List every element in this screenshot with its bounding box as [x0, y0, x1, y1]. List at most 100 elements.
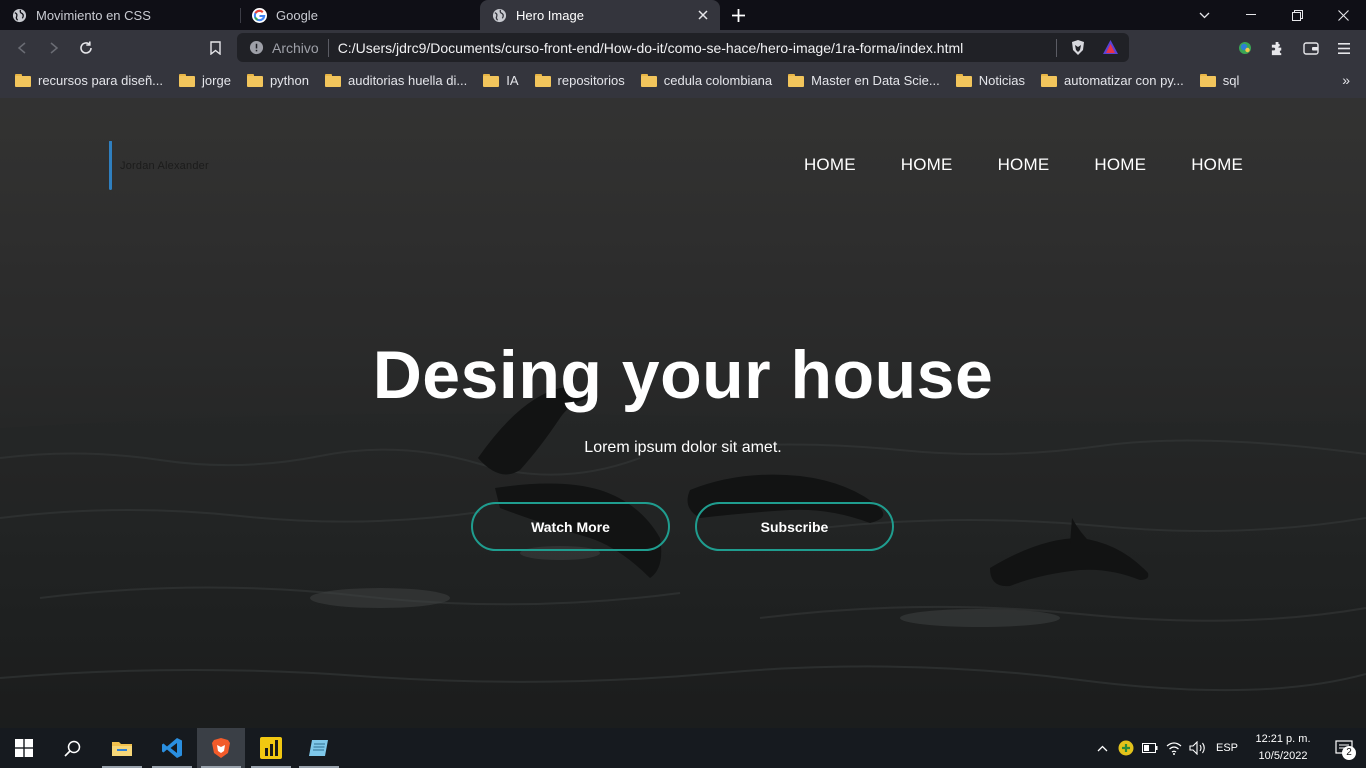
bookmarks-overflow-button[interactable]: » [1342, 66, 1350, 94]
back-arrow-icon [17, 42, 26, 54]
minimize-button[interactable] [1228, 0, 1274, 30]
scheme-label: Archivo [272, 39, 319, 56]
subscribe-button[interactable]: Subscribe [695, 502, 894, 551]
clock[interactable]: 12:21 p. m. 10/5/2022 [1244, 731, 1322, 765]
globe-icon [12, 8, 27, 23]
bookmark-folder[interactable]: IA [483, 68, 526, 92]
main-nav: HOME HOME HOME HOME HOME [759, 155, 1243, 175]
wifi-icon[interactable] [1162, 728, 1186, 768]
bookmark-page-button[interactable] [199, 33, 231, 63]
search-button[interactable] [48, 728, 96, 768]
bookmarks-bar: recursos para diseñ... jorge python audi… [0, 66, 1366, 94]
page-viewport: Jordan Alexander HOME HOME HOME HOME HOM… [0, 98, 1366, 728]
tab-title: Movimiento en CSS [36, 7, 151, 23]
tab-movimiento-css[interactable]: Movimiento en CSS [0, 0, 240, 30]
info-icon[interactable] [248, 40, 264, 56]
back-button[interactable] [6, 33, 38, 63]
taskbar-vscode[interactable] [148, 728, 196, 768]
notification-count-badge: 2 [1342, 746, 1356, 760]
extensions-icon[interactable] [1261, 30, 1294, 66]
bookmark-folder[interactable]: jorge [179, 68, 239, 92]
vscode-icon [162, 738, 182, 758]
nav-link-home[interactable]: HOME [998, 155, 1050, 175]
bookmark-folder[interactable]: recursos para diseñ... [15, 68, 171, 92]
nav-link-home[interactable]: HOME [1191, 155, 1243, 175]
chevron-up-icon [1097, 745, 1107, 751]
url-text[interactable]: C:/Users/jdrc9/Documents/curso-front-end… [338, 40, 964, 56]
brave-icon [212, 738, 230, 758]
battery-icon[interactable] [1138, 728, 1162, 768]
bookmark-folder[interactable]: Master en Data Scie... [788, 68, 948, 92]
close-window-button[interactable] [1320, 0, 1366, 30]
notifications-button[interactable]: 2 [1322, 728, 1366, 768]
system-tray: ESP 12:21 p. m. 10/5/2022 2 [1090, 728, 1366, 768]
brave-shield-icon[interactable] [1070, 39, 1086, 61]
nav-link-home[interactable]: HOME [804, 155, 856, 175]
powerbi-icon [260, 737, 282, 759]
reload-button[interactable] [70, 33, 102, 63]
nav-link-home[interactable]: HOME [901, 155, 953, 175]
bookmark-folder[interactable]: Noticias [955, 68, 1033, 92]
watch-more-button[interactable]: Watch More [471, 502, 670, 551]
bookmark-folder[interactable]: cedula colombiana [640, 68, 780, 92]
plus-badge-icon [1118, 740, 1134, 756]
taskbar-file-explorer[interactable] [98, 728, 146, 768]
language-indicator[interactable]: ESP [1210, 742, 1244, 754]
bookmark-folder[interactable]: automatizar con py... [1041, 68, 1192, 92]
folder-icon [246, 73, 263, 87]
address-bar[interactable]: Archivo C:/Users/jdrc9/Documents/curso-f… [237, 33, 1129, 62]
taskbar-powerbi[interactable] [247, 728, 295, 768]
show-hidden-icons-button[interactable] [1090, 728, 1114, 768]
folder-icon [324, 73, 341, 87]
bookmark-icon [209, 41, 221, 55]
folder-icon [788, 73, 805, 87]
folder-icon [534, 73, 551, 87]
wallet-icon[interactable] [1294, 30, 1327, 66]
window-controls [1228, 0, 1366, 30]
google-icon [252, 7, 267, 23]
folder-icon [1041, 73, 1058, 87]
close-tab-icon[interactable] [694, 6, 712, 24]
hero-subtitle: Lorem ipsum dolor sit amet. [584, 439, 782, 456]
bookmark-folder[interactable]: sql [1199, 68, 1248, 92]
bookmark-folder[interactable]: auditorias huella di... [324, 68, 475, 92]
forward-arrow-icon [50, 42, 59, 54]
tray-app-icon[interactable] [1114, 728, 1138, 768]
tab-title: Google [276, 7, 318, 23]
folder-icon [1199, 73, 1216, 87]
volume-icon[interactable] [1186, 728, 1210, 768]
folder-icon [955, 73, 972, 87]
site-logo[interactable]: Jordan Alexander [109, 141, 209, 190]
globe-icon [492, 8, 507, 23]
clock-time: 12:21 p. m. [1255, 733, 1311, 745]
new-tab-button[interactable] [724, 0, 752, 30]
wallet-extension-icon[interactable] [1228, 30, 1261, 66]
chevron-down-icon [1199, 12, 1209, 18]
hero-headline: Desing your house [372, 337, 994, 413]
main-menu-icon[interactable] [1327, 30, 1360, 66]
tab-google[interactable]: Google [240, 0, 480, 30]
browser-toolbar: Archivo C:/Users/jdrc9/Documents/curso-f… [0, 30, 1366, 66]
notepad-icon [309, 740, 328, 756]
taskbar-notepad[interactable] [295, 728, 343, 768]
address-right-separator [1056, 39, 1057, 57]
folder-icon [15, 73, 31, 87]
logo-mark [109, 141, 112, 190]
forward-button[interactable] [38, 33, 70, 63]
restore-button[interactable] [1274, 0, 1320, 30]
bookmark-folder[interactable]: python [246, 68, 317, 92]
reload-icon [80, 41, 92, 54]
tab-hero-image[interactable]: Hero Image [480, 0, 720, 30]
address-separator [327, 38, 329, 57]
start-button[interactable] [0, 728, 48, 768]
tab-title: Hero Image [516, 7, 584, 23]
search-icon [63, 740, 80, 757]
bookmark-folder[interactable]: repositorios [534, 68, 633, 92]
tab-search-button[interactable] [1192, 0, 1216, 30]
clock-date: 10/5/2022 [1258, 750, 1308, 762]
taskbar-brave[interactable] [197, 728, 245, 768]
nav-link-home[interactable]: HOME [1094, 155, 1146, 175]
logo-text: Jordan Alexander [120, 159, 209, 172]
folder-icon [640, 73, 657, 87]
brave-rewards-icon[interactable] [1102, 39, 1119, 60]
